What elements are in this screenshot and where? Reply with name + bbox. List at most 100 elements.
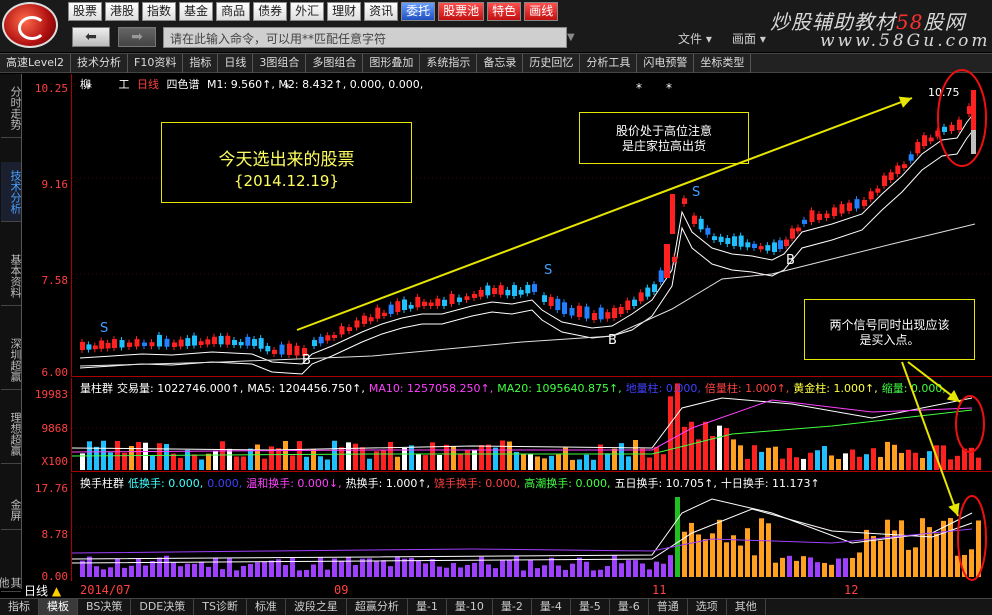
- menu-button-5[interactable]: 债券: [253, 2, 288, 21]
- bottom-tab-5[interactable]: 标准: [247, 599, 286, 615]
- annotation-selected-title: 今天选出来的股票: [218, 150, 355, 170]
- turnover-bar: [353, 565, 358, 577]
- turnover-bar: [318, 557, 323, 577]
- volume-bar: [640, 448, 645, 470]
- candle-body: [92, 345, 98, 350]
- date-label-3: 12: [844, 583, 859, 597]
- candle-body: [382, 312, 387, 316]
- toolbar-item-1[interactable]: 技术分析: [71, 54, 129, 73]
- bottom-tab-6[interactable]: 波段之星: [286, 599, 347, 615]
- volume-bar: [598, 444, 603, 470]
- bottom-tab-8[interactable]: 量-1: [408, 599, 447, 615]
- menu-button-6[interactable]: 外汇: [290, 2, 325, 21]
- volume-bar: [234, 456, 239, 470]
- volume-ma5-line: [72, 397, 973, 451]
- buy-signal: B: [786, 253, 795, 268]
- volume-bar: [346, 442, 351, 470]
- bottom-tab-9[interactable]: 量-10: [447, 599, 493, 615]
- menu-button-8[interactable]: 资讯: [364, 2, 399, 21]
- bottom-tab-11[interactable]: 量-4: [532, 599, 571, 615]
- menu-button-0[interactable]: 股票: [68, 2, 103, 21]
- candle-body: [312, 340, 317, 346]
- command-input[interactable]: 请在此输入命令，可以用**匹配任意字符: [163, 27, 567, 48]
- bottom-tab-1[interactable]: 模板: [39, 599, 78, 615]
- left-tab-1[interactable]: 技术分析: [1, 162, 22, 222]
- command-dropdown-icon[interactable]: ▼: [567, 27, 581, 48]
- menu-button-2[interactable]: 指数: [142, 2, 177, 21]
- forward-button[interactable]: ➡: [118, 27, 156, 47]
- toolbar-item-4[interactable]: 日线: [218, 54, 254, 73]
- candle-body: [664, 244, 670, 278]
- turnover-bar: [290, 557, 295, 577]
- left-tab-3[interactable]: 深圳超赢: [1, 330, 22, 390]
- volume-bar: [248, 448, 253, 470]
- volume-bar: [318, 456, 323, 470]
- turnover-bar: [780, 557, 785, 577]
- toolbar-item-11[interactable]: 分析工具: [580, 54, 638, 73]
- left-tab-4[interactable]: 理想超赢: [1, 404, 22, 464]
- turnover-bar: [738, 545, 743, 577]
- app-logo[interactable]: [2, 2, 58, 48]
- turnover-bar: [871, 536, 876, 577]
- bottom-tab-13[interactable]: 量-6: [610, 599, 649, 615]
- toolbar-item-8[interactable]: 系统指示: [420, 54, 478, 73]
- candle-body: [232, 339, 237, 345]
- menu-button-4[interactable]: 商品: [216, 2, 251, 21]
- toolbar-item-12[interactable]: 闪电预警: [637, 54, 695, 73]
- menu-button-12[interactable]: 画线: [524, 2, 559, 21]
- toolbar-item-0[interactable]: 高速Level2: [0, 54, 72, 73]
- bottom-tab-15[interactable]: 选项: [688, 599, 727, 615]
- bottom-tab-16[interactable]: 其他: [727, 599, 766, 615]
- turnover-bar: [619, 563, 624, 577]
- menu-button-7[interactable]: 理财: [327, 2, 362, 21]
- bottom-tab-2[interactable]: BS决策: [78, 599, 132, 615]
- period-indicator[interactable]: 日线 ▲: [24, 582, 61, 599]
- candle-body: [86, 344, 92, 350]
- toolbar-item-3[interactable]: 指标: [183, 54, 219, 73]
- toolbar-item-9[interactable]: 备忘录: [477, 54, 524, 73]
- toolbar-item-10[interactable]: 历史回忆: [523, 54, 581, 73]
- bottom-tab-0[interactable]: 指标: [0, 599, 39, 615]
- toolbar-item-2[interactable]: F10资料: [128, 54, 184, 73]
- volume-bar: [444, 444, 449, 470]
- turnover-bar: [703, 539, 708, 577]
- turnover-bar: [759, 518, 764, 577]
- toolbar-item-6[interactable]: 多图组合: [306, 54, 364, 73]
- menu-button-3[interactable]: 基金: [179, 2, 214, 21]
- toolbar-item-5[interactable]: 3图组合: [253, 54, 307, 73]
- bottom-tab-14[interactable]: 普通: [649, 599, 688, 615]
- left-tab-0[interactable]: 分时走势: [1, 78, 22, 138]
- turnover-bar: [269, 560, 274, 577]
- file-menu[interactable]: 文件 ▾: [678, 30, 712, 47]
- candle-body: [902, 164, 907, 168]
- turnover-bar: [696, 534, 701, 577]
- menu-button-10[interactable]: 股票池: [438, 2, 485, 21]
- left-tab-5[interactable]: 金屏: [1, 490, 22, 530]
- turnover-axis-label-0: 17.76: [34, 482, 68, 495]
- bottom-tab-7[interactable]: 超赢分析: [347, 599, 408, 615]
- left-tab-6[interactable]: 其他: [0, 574, 22, 592]
- candle-body: [682, 198, 687, 204]
- volume-bar: [955, 455, 960, 470]
- volume-chart-pane[interactable]: 量柱群 交易量: 1022746.000↑, MA5: 1204456.750↑, M…: [72, 378, 992, 472]
- menu-button-1[interactable]: 港股: [105, 2, 140, 21]
- view-menu[interactable]: 画面 ▾: [732, 30, 766, 47]
- turnover-bar: [563, 569, 568, 577]
- turnover-bar: [227, 558, 232, 577]
- turnover-bar: [241, 565, 246, 577]
- bottom-tab-12[interactable]: 量-5: [571, 599, 610, 615]
- bottom-tab-4[interactable]: TS诊断: [194, 599, 247, 615]
- turnover-bar: [745, 528, 750, 577]
- turnover-bar: [787, 555, 792, 577]
- back-button[interactable]: ⬅: [72, 27, 110, 47]
- menu-button-11[interactable]: 特色: [487, 2, 522, 21]
- bottom-tab-10[interactable]: 量-2: [493, 599, 532, 615]
- menu-button-9[interactable]: 委托: [401, 2, 436, 21]
- volume-bar: [773, 446, 778, 470]
- turnover-chart-pane[interactable]: 换手柱群 低换手: 0.000, 0.000, 温和换手: 0.000↓, 热换手: 1…: [72, 473, 992, 581]
- candle-body: [472, 294, 477, 298]
- bottom-tab-3[interactable]: DDE决策: [131, 599, 195, 615]
- toolbar-item-13[interactable]: 坐标类型: [694, 54, 752, 73]
- toolbar-item-7[interactable]: 图形叠加: [363, 54, 421, 73]
- left-tab-2[interactable]: 基本资料: [1, 246, 22, 306]
